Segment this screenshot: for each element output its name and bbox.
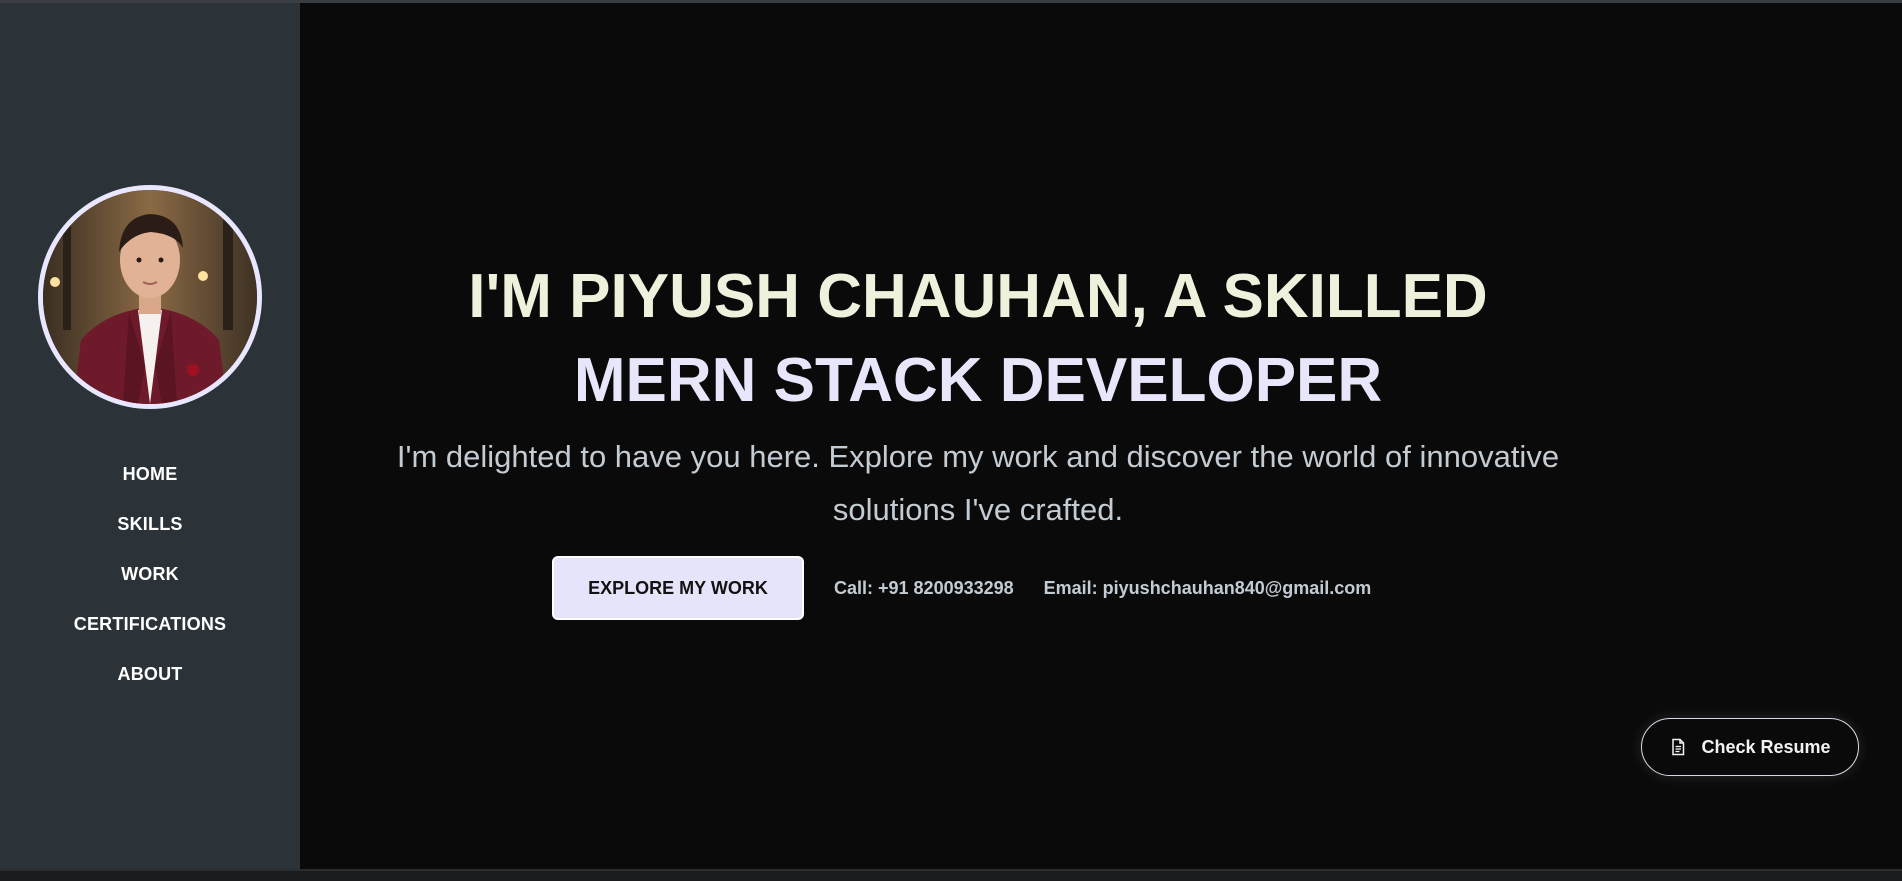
bottom-border [0, 869, 1902, 881]
nav-item-home[interactable]: HOME [0, 449, 300, 499]
document-icon [1669, 738, 1687, 756]
page: HOME SKILLS WORK CERTIFICATIONS ABOUT I'… [0, 0, 1902, 881]
call-link[interactable]: Call: +91 8200933298 [834, 578, 1014, 599]
avatar [43, 190, 257, 404]
nav-item-skills[interactable]: SKILLS [0, 499, 300, 549]
cta-row: EXPLORE MY WORK Call: +91 8200933298 Ema… [552, 556, 1371, 620]
nav-item-work[interactable]: WORK [0, 549, 300, 599]
profile-photo [43, 190, 257, 404]
check-resume-label: Check Resume [1701, 736, 1831, 757]
nav-item-about[interactable]: ABOUT [0, 649, 300, 699]
hero-title-line1: I'M PIYUSH CHAUHAN, A SKILLED [468, 262, 1488, 331]
explore-work-button[interactable]: EXPLORE MY WORK [552, 556, 804, 620]
hero-title-line2: MERN STACK DEVELOPER [573, 346, 1383, 415]
email-link[interactable]: Email: piyushchauhan840@gmail.com [1044, 578, 1372, 599]
sidebar-nav: HOME SKILLS WORK CERTIFICATIONS ABOUT [0, 449, 300, 699]
avatar-ring [38, 185, 262, 409]
nav-item-certifications[interactable]: CERTIFICATIONS [0, 599, 300, 649]
check-resume-button[interactable]: Check Resume [1641, 718, 1859, 776]
sidebar: HOME SKILLS WORK CERTIFICATIONS ABOUT [0, 3, 300, 869]
hero-title: I'M PIYUSH CHAUHAN, A SKILLED MERN STACK… [300, 255, 1656, 423]
hero-subtitle: I'm delighted to have you here. Explore … [396, 439, 1560, 527]
